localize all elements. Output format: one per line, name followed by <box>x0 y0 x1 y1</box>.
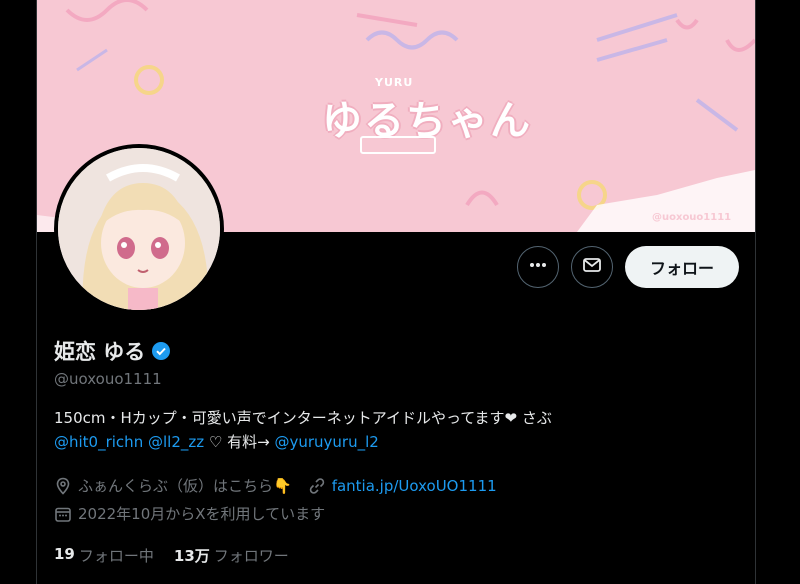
profile-column: YURU ゆるちゃん @uoxouo1111 フォロー 姫恋 ゆる @uoxou… <box>37 0 755 584</box>
profile-meta-row: ふぁんくらぶ（仮）はこちら👇 fantia.jp/UoxoUO1111 <box>54 475 497 496</box>
bio-paid-text: ♡ 有料→ <box>208 433 270 451</box>
avatar[interactable] <box>54 144 224 314</box>
message-button[interactable] <box>571 246 613 288</box>
verified-badge-icon[interactable] <box>151 341 171 361</box>
avatar-illustration <box>58 148 220 310</box>
envelope-icon <box>582 255 602 279</box>
banner-tag <box>360 136 436 154</box>
bio-line1: 150cm・Hカップ・可愛い声でインターネットアイドルやってます❤ さぶ <box>54 409 552 427</box>
follow-stats: 19 フォロー中 13万 フォロワー <box>54 545 309 566</box>
more-dots-icon <box>528 255 548 279</box>
link-icon <box>308 477 326 495</box>
following-count: 19 <box>54 545 75 563</box>
banner-handle: @uoxouo1111 <box>652 212 732 223</box>
display-name: 姫恋 ゆる <box>54 336 171 366</box>
bio-line2: @hit0_richn @ll2_zz ♡ 有料→ @yuruyuru_l2 <box>54 430 744 454</box>
handle: @uoxouo1111 <box>54 370 162 388</box>
joined-row: 2022年10月からXを利用しています <box>54 503 325 524</box>
bio: 150cm・Hカップ・可愛い声でインターネットアイドルやってます❤ さぶ @hi… <box>54 406 744 454</box>
followers-count: 13万 <box>173 547 210 565</box>
followers-label: フォロワー <box>213 547 289 565</box>
location-icon <box>54 477 72 495</box>
calendar-icon <box>54 505 72 523</box>
location-text: ふぁんくらぶ（仮）はこちら👇 <box>78 477 292 495</box>
follow-button[interactable]: フォロー <box>625 246 739 288</box>
display-name-text: 姫恋 ゆる <box>54 340 146 364</box>
following-stat[interactable]: 19 フォロー中 <box>54 545 154 566</box>
right-gutter <box>755 0 800 584</box>
following-label: フォロー中 <box>78 547 154 565</box>
followers-stat[interactable]: 13万 フォロワー <box>174 545 289 566</box>
left-gutter <box>0 0 37 584</box>
bio-mention-2[interactable]: @ll2_zz <box>148 433 204 451</box>
website-link[interactable]: fantia.jp/UoxoUO1111 <box>332 477 497 495</box>
bio-mention-1[interactable]: @hit0_richn <box>54 433 143 451</box>
bio-mention-3[interactable]: @yuruyuru_l2 <box>274 433 378 451</box>
more-button[interactable] <box>517 246 559 288</box>
joined-text: 2022年10月からXを利用しています <box>78 505 326 523</box>
